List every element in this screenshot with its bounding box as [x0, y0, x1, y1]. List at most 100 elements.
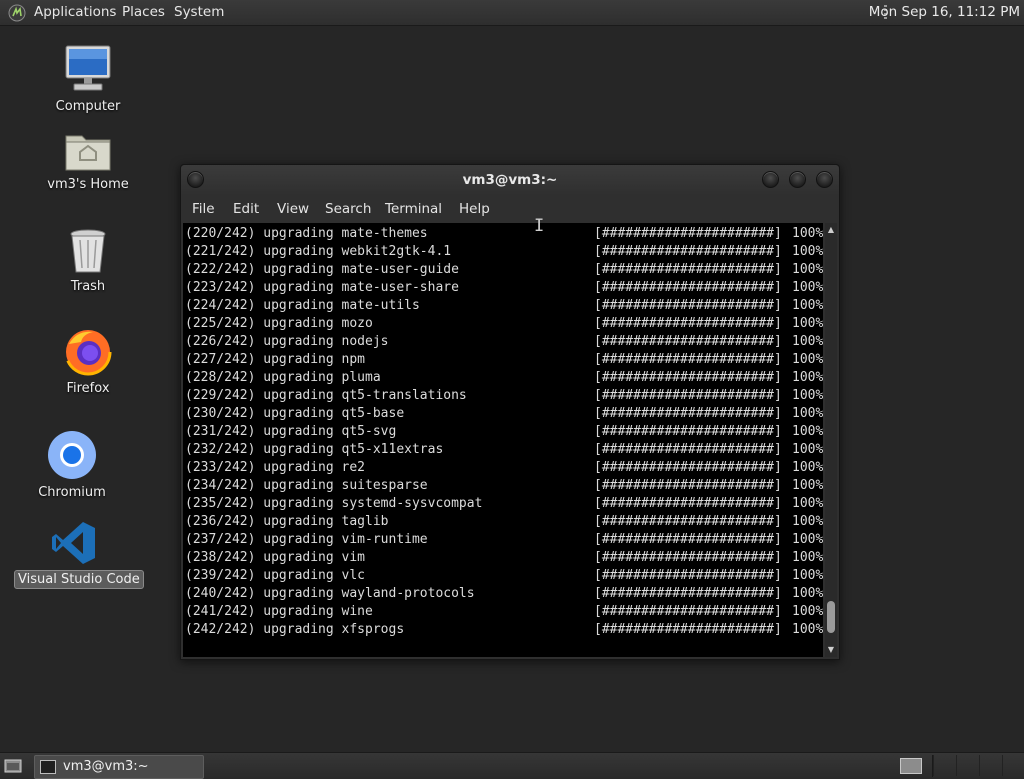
menu-view[interactable]: View — [277, 195, 309, 223]
terminal-line-text: (237/242) upgrading vim-runtime — [185, 532, 428, 547]
workspace-1[interactable] — [900, 758, 922, 774]
text-cursor-icon: I — [534, 216, 545, 236]
progress-bar-text: [######################] — [594, 586, 782, 601]
menu-file[interactable]: File — [192, 195, 215, 223]
progress-bar-text: [######################] — [594, 424, 782, 439]
terminal-line: (235/242) upgrading systemd-sysvcompat [#… — [185, 495, 823, 513]
terminal-line-text: (222/242) upgrading mate-user-guide — [185, 262, 459, 277]
maximize-button[interactable] — [789, 171, 806, 188]
menu-search[interactable]: Search — [325, 195, 371, 223]
terminal-output[interactable]: (220/242) upgrading mate-themes [########… — [183, 223, 823, 657]
progress-bar-text: [######################] — [594, 532, 782, 547]
terminal-line-text: (223/242) upgrading mate-user-share — [185, 280, 459, 295]
terminal-line: (228/242) upgrading pluma [##############… — [185, 369, 823, 387]
desktop-icon-computer[interactable]: Computer — [48, 44, 128, 115]
taskbar-item-terminal[interactable]: vm3@vm3:~ — [34, 755, 204, 779]
desktop-icon-label: Trash — [70, 279, 106, 294]
mate-logo-icon[interactable] — [8, 4, 26, 22]
progress-bar-text: [######################] — [594, 334, 782, 349]
terminal-line: (221/242) upgrading webkit2gtk-4.1 [#####… — [185, 243, 823, 261]
terminal-scrollbar[interactable]: ▲ ▼ — [825, 223, 837, 657]
terminal-line: (229/242) upgrading qt5-translations [###… — [185, 387, 823, 405]
clock[interactable]: Mon Sep 16, 11:12 PM — [869, 0, 1020, 25]
terminal-line-text: (227/242) upgrading npm — [185, 352, 366, 367]
terminal-line-text: (220/242) upgrading mate-themes — [185, 226, 428, 241]
progress-percent: 100% — [792, 604, 823, 619]
progress-percent: 100% — [792, 406, 823, 421]
terminal-window[interactable]: vm3@vm3:~ File Edit View Search Terminal… — [180, 164, 840, 660]
desktop-icon-label: Visual Studio Code — [14, 570, 144, 589]
top-panel: Applications Places System Mon Sep 16, 1… — [0, 0, 1024, 26]
progress-bar-text: [######################] — [594, 352, 782, 367]
progress-bar-text: [######################] — [594, 316, 782, 331]
terminal-line: (238/242) upgrading vim [################… — [185, 549, 823, 567]
progress-percent: 100% — [792, 586, 823, 601]
progress-percent: 100% — [792, 370, 823, 385]
menu-help[interactable]: Help — [459, 195, 490, 223]
chromium-icon — [48, 431, 96, 479]
terminal-line: (234/242) upgrading suitesparse [########… — [185, 477, 823, 495]
terminal-line-text: (221/242) upgrading webkit2gtk-4.1 — [185, 244, 452, 259]
terminal-line-text: (231/242) upgrading qt5-svg — [185, 424, 397, 439]
desktop-icon-firefox[interactable]: Firefox — [48, 326, 128, 397]
terminal-line-text: (225/242) upgrading mozo — [185, 316, 373, 331]
progress-percent: 100% — [792, 514, 823, 529]
progress-percent: 100% — [792, 244, 823, 259]
vscode-icon — [52, 522, 95, 564]
progress-bar-text: [######################] — [594, 298, 782, 313]
computer-icon — [65, 45, 111, 91]
terminal-line: (242/242) upgrading xfsprogs [###########… — [185, 621, 823, 639]
places-menu[interactable]: Places — [122, 0, 165, 25]
progress-bar-text: [######################] — [594, 496, 782, 511]
progress-percent: 100% — [792, 460, 823, 475]
terminal-line-text: (238/242) upgrading vim — [185, 550, 366, 565]
workspace-5[interactable] — [1002, 755, 1024, 776]
show-desktop-icon[interactable] — [4, 758, 22, 774]
applications-menu[interactable]: Applications — [34, 0, 116, 25]
scroll-up-arrow-icon[interactable]: ▲ — [825, 223, 837, 237]
progress-bar-text: [######################] — [594, 604, 782, 619]
desktop-icon-vscode[interactable]: Visual Studio Code — [14, 520, 144, 589]
terminal-line: (240/242) upgrading wayland-protocols [##… — [185, 585, 823, 603]
home-folder-icon — [65, 135, 111, 171]
minimize-button[interactable] — [762, 171, 779, 188]
terminal-line-text: (228/242) upgrading pluma — [185, 370, 381, 385]
workspace-4[interactable] — [979, 755, 1002, 776]
terminal-line-text: (240/242) upgrading wayland-protocols — [185, 586, 475, 601]
terminal-line: (225/242) upgrading mozo [###############… — [185, 315, 823, 333]
menu-edit[interactable]: Edit — [233, 195, 259, 223]
progress-percent: 100% — [792, 496, 823, 511]
desktop-icon-chromium[interactable]: Chromium — [32, 430, 112, 501]
system-menu[interactable]: System — [174, 0, 224, 25]
progress-bar-text: [######################] — [594, 280, 782, 295]
terminal-line-text: (239/242) upgrading vlc — [185, 568, 366, 583]
terminal-line: (232/242) upgrading qt5-x11extras [######… — [185, 441, 823, 459]
progress-percent: 100% — [792, 622, 823, 637]
window-titlebar[interactable]: vm3@vm3:~ — [181, 165, 839, 195]
desktop-icon-home[interactable]: vm3's Home — [42, 128, 134, 193]
close-button[interactable] — [816, 171, 833, 188]
progress-percent: 100% — [792, 424, 823, 439]
terminal-line: (222/242) upgrading mate-user-guide [####… — [185, 261, 823, 279]
terminal-lines: (220/242) upgrading mate-themes [########… — [185, 225, 823, 639]
desktop-icon-label: vm3's Home — [47, 177, 129, 192]
progress-percent: 100% — [792, 280, 823, 295]
window-title: vm3@vm3:~ — [462, 172, 558, 188]
scrollbar-thumb[interactable] — [827, 601, 835, 633]
progress-percent: 100% — [792, 226, 823, 241]
terminal-line-text: (233/242) upgrading re2 — [185, 460, 366, 475]
menu-terminal[interactable]: Terminal — [385, 195, 442, 223]
scroll-down-arrow-icon[interactable]: ▼ — [825, 643, 837, 657]
terminal-menubar: File Edit View Search Terminal Help — [181, 195, 839, 223]
progress-percent: 100% — [792, 388, 823, 403]
terminal-line: (226/242) upgrading nodejs [#############… — [185, 333, 823, 351]
terminal-line: (241/242) upgrading wine [###############… — [185, 603, 823, 621]
workspace-2[interactable] — [933, 755, 956, 776]
workspace-3[interactable] — [956, 755, 979, 776]
desktop-icon-trash[interactable]: Trash — [48, 228, 128, 295]
progress-bar-text: [######################] — [594, 442, 782, 457]
progress-bar-text: [######################] — [594, 388, 782, 403]
trash-icon — [70, 229, 106, 273]
terminal-line-text: (226/242) upgrading nodejs — [185, 334, 389, 349]
terminal-line-text: (242/242) upgrading xfsprogs — [185, 622, 405, 637]
